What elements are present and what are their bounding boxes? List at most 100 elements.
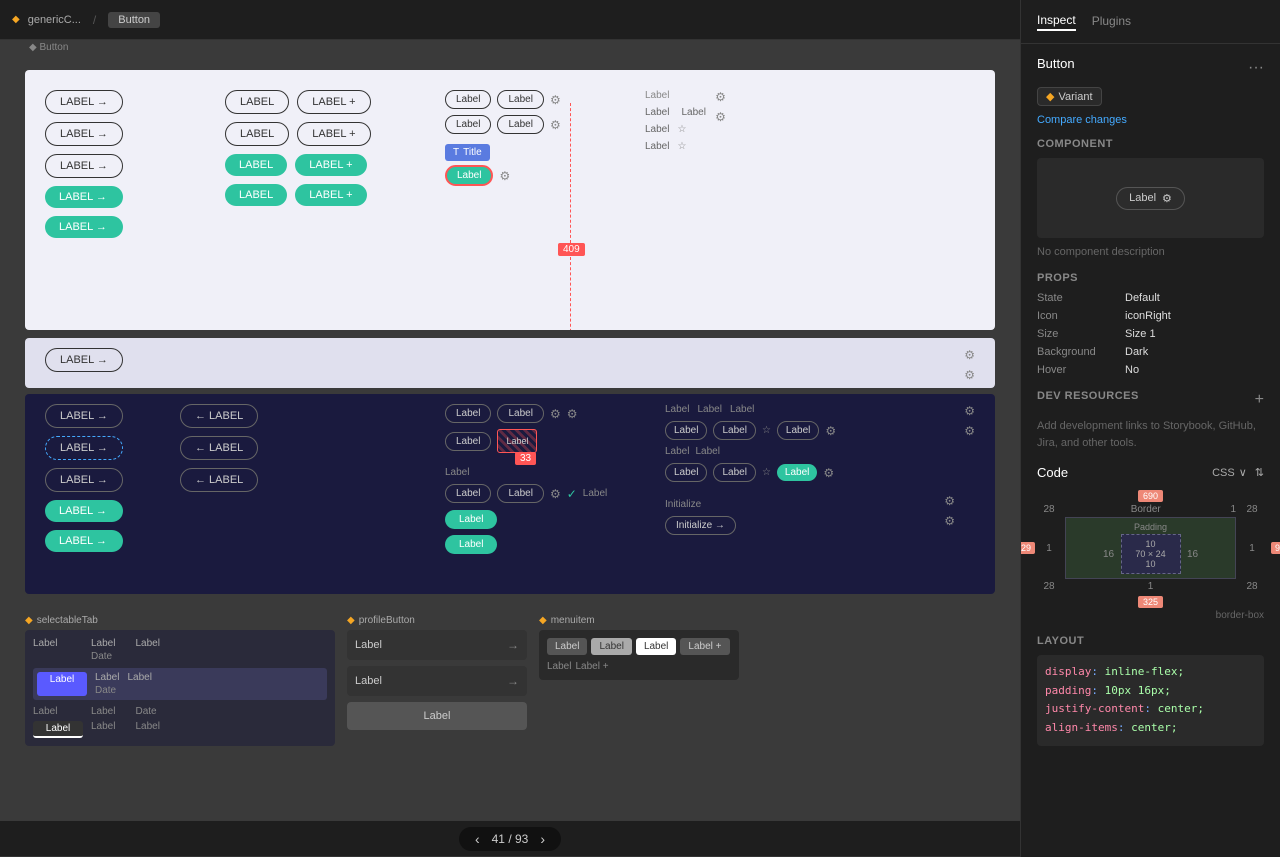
measure-409: 409 <box>558 243 585 256</box>
btn-dark-sm-5[interactable]: Label <box>445 484 491 503</box>
btn-selected-green[interactable]: Label <box>445 165 493 186</box>
gear-icon-dark-5[interactable]: ⚙ <box>823 466 834 480</box>
btn-dark-sm-3[interactable]: Label <box>445 432 491 451</box>
btn-dark-green-2[interactable]: LABEL → <box>45 530 123 552</box>
tab-inspect[interactable]: Inspect <box>1037 13 1076 31</box>
tab-selected[interactable]: Label <box>37 672 87 696</box>
btn-label-arrow-1[interactable]: LABEL → <box>45 90 123 114</box>
variant-tag[interactable]: ◆ Variant <box>1037 87 1102 106</box>
tab-col-date1: Date <box>91 651 112 662</box>
btn-label-plus-2[interactable]: LABEL + <box>297 122 370 146</box>
btn-label-plus-1[interactable]: LABEL + <box>297 90 370 114</box>
btn-dark-col4-3[interactable]: Label <box>777 421 819 440</box>
gear-icon-dark-4[interactable]: ⚙ <box>825 424 836 438</box>
preview-button: Label ⚙ <box>1116 187 1185 210</box>
pagination: ‹ 41 / 93 › <box>459 827 561 851</box>
profile-btn-2[interactable]: Label → <box>347 666 527 696</box>
add-dev-resource-btn[interactable]: + <box>1255 391 1264 409</box>
tab-label-1: Label <box>33 638 83 662</box>
btn-label-c2-2[interactable]: LABEL <box>225 122 289 146</box>
btn-label-c2-1[interactable]: LABEL <box>225 90 289 114</box>
btn-back-1[interactable]: ← LABEL <box>180 404 258 428</box>
css-dropdown[interactable]: CSS ∨ ⇅ <box>1212 466 1264 479</box>
btn-dark-col4-5[interactable]: Label <box>713 463 755 482</box>
gear-icon-5[interactable]: ⚙ <box>715 110 726 124</box>
btn-dark-sm-2[interactable]: Label <box>497 404 543 423</box>
menu-btn-2[interactable]: Label <box>591 638 631 655</box>
btn-dark-green-1[interactable]: LABEL → <box>45 500 123 522</box>
gear-icon-dark-1[interactable]: ⚙ <box>550 407 561 421</box>
tab-active[interactable]: Label <box>33 721 83 738</box>
btn-green-bottom-2[interactable]: Label <box>445 535 497 554</box>
gear-icon-mid-1[interactable]: ⚙ <box>964 348 975 362</box>
star-icon-dark-2[interactable]: ☆ <box>762 467 771 478</box>
badge-1229: 1229 <box>1021 542 1035 554</box>
menu-btn-3[interactable]: Label <box>636 638 676 655</box>
gear-icon-4[interactable]: ⚙ <box>715 90 726 104</box>
btn-label-green-2[interactable]: LABEL → <box>45 216 123 238</box>
no-description: No component description <box>1037 246 1264 258</box>
btn-dark-col4-2[interactable]: Label <box>713 421 755 440</box>
gear-icon-dark-right-1[interactable]: ⚙ <box>964 404 975 418</box>
btn-label-plus-green-2[interactable]: LABEL + <box>295 184 366 206</box>
btn-small-3[interactable]: Label <box>445 115 491 134</box>
btn-dark-1[interactable]: LABEL → <box>45 404 123 428</box>
menu-btn-1[interactable]: Label <box>547 638 587 655</box>
dark-col4-l2: Label <box>697 404 721 415</box>
pagination-prev[interactable]: ‹ <box>471 831 484 847</box>
btn-green-bottom-1[interactable]: Label <box>445 510 497 529</box>
btn-label-c2-green-1[interactable]: LABEL <box>225 154 287 176</box>
btn-label-c2-green-2[interactable]: LABEL <box>225 184 287 206</box>
prop-state: State Default <box>1037 292 1264 304</box>
btn-label-arrow-2[interactable]: LABEL → <box>45 122 123 146</box>
profile-btn-1[interactable]: Label → <box>347 630 527 660</box>
title-tooltip: T Title <box>445 144 490 161</box>
btn-back-2[interactable]: ← LABEL <box>180 436 258 460</box>
gear-icon-3[interactable]: ⚙ <box>499 169 510 183</box>
menu-btn-4[interactable]: Label + <box>680 638 729 655</box>
box-outer-right: 28 <box>1240 504 1264 515</box>
compare-changes-link[interactable]: Compare changes <box>1037 114 1264 126</box>
btn-label-green-1[interactable]: LABEL → <box>45 186 123 208</box>
gear-icon-dark-right-3[interactable]: ⚙ <box>944 494 955 508</box>
btn-label-plus-green-1[interactable]: LABEL + <box>295 154 366 176</box>
btn-small-1[interactable]: Label <box>445 90 491 109</box>
dark-col4-l3: Label <box>730 404 754 415</box>
gear-icon-dark-2[interactable]: ⚙ <box>567 407 578 421</box>
gear-icon-mid-2[interactable]: ⚙ <box>964 368 975 382</box>
dim-box: 10 70 × 24 10 <box>1121 534 1181 574</box>
star-icon-2[interactable]: ☆ <box>677 141 686 152</box>
frame-name: Button <box>108 12 160 28</box>
btn-back-3[interactable]: ← LABEL <box>180 468 258 492</box>
gear-icon-dark-right-4[interactable]: ⚙ <box>944 514 955 528</box>
btn-dark-3[interactable]: LABEL → <box>45 468 123 492</box>
tab-col-label1: Label <box>91 638 115 649</box>
tab-row3-label: Label <box>91 706 115 717</box>
btn-dark-col4-1[interactable]: Label <box>665 421 707 440</box>
canvas-content[interactable]: ◆ Button LABEL → LABEL → LABEL → LABEL →… <box>0 40 1020 821</box>
gear-icon-dark-3[interactable]: ⚙ <box>550 487 561 501</box>
btn-dark-sm-6[interactable]: Label <box>497 484 543 503</box>
btn-dark-col4-green[interactable]: Label <box>777 464 817 481</box>
btn-label-arrow-3[interactable]: LABEL → <box>45 154 123 178</box>
code-section-header: Code CSS ∨ ⇅ <box>1037 465 1264 480</box>
btn-initialize-1[interactable]: Initialize → <box>665 516 736 535</box>
gear-icon-1[interactable]: ⚙ <box>550 93 561 107</box>
btn-small-4[interactable]: Label <box>497 115 543 134</box>
star-icon-dark-1[interactable]: ☆ <box>762 425 771 436</box>
profile-btn-3[interactable]: Label <box>347 702 527 730</box>
gear-icon-dark-right-2[interactable]: ⚙ <box>964 424 975 438</box>
star-icon-1[interactable]: ☆ <box>677 124 686 135</box>
padding-label: Padding <box>1070 522 1231 532</box>
tab-plugins[interactable]: Plugins <box>1092 14 1131 30</box>
tab-row4-label2: Label <box>135 721 159 732</box>
gear-icon-2[interactable]: ⚙ <box>550 118 561 132</box>
btn-mid-1[interactable]: LABEL → <box>45 348 123 372</box>
three-dot-menu[interactable]: ··· <box>1248 59 1264 77</box>
col4-label3: Label <box>645 124 669 135</box>
btn-small-2[interactable]: Label <box>497 90 543 109</box>
btn-dark-sm-1[interactable]: Label <box>445 404 491 423</box>
btn-dark-col4-4[interactable]: Label <box>665 463 707 482</box>
btn-dark-selected[interactable]: LABEL → <box>45 436 123 460</box>
pagination-next[interactable]: › <box>536 831 549 847</box>
